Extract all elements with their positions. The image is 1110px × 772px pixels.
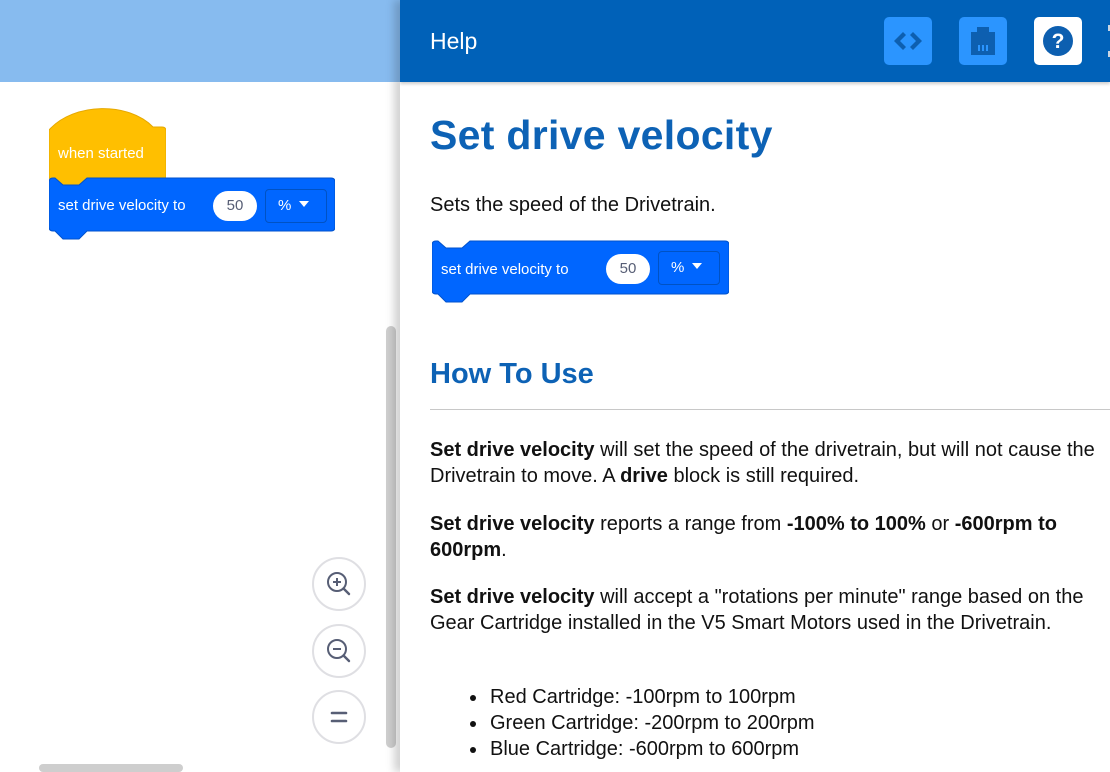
- text: .: [501, 539, 507, 561]
- device-port-button[interactable]: [959, 17, 1007, 65]
- help-button[interactable]: ?: [1034, 17, 1082, 65]
- example-unit-dropdown: %: [658, 251, 720, 285]
- text: or: [925, 513, 955, 535]
- zoom-out-button[interactable]: [312, 624, 366, 678]
- blocks-workspace[interactable]: when started set drive velocity to 50 %: [0, 0, 400, 772]
- block-label: set drive velocity to: [58, 197, 186, 214]
- text: block is still required.: [667, 465, 860, 487]
- unit-dropdown-value: %: [278, 197, 292, 214]
- example-value: 50: [606, 254, 650, 284]
- help-title: Help: [430, 28, 478, 54]
- bold-text: drive: [620, 465, 668, 487]
- when-started-block[interactable]: when started: [49, 108, 166, 188]
- paragraph-rpm: Set drive velocity will accept a "rotati…: [430, 584, 1110, 636]
- paragraph-range: Set drive velocity reports a range from …: [430, 511, 1110, 563]
- list-item: Green Cartridge: -200rpm to 200rpm: [470, 712, 815, 734]
- section-heading: How To Use: [430, 358, 594, 390]
- cartridge-list: Red Cartridge: -100rpm to 100rpm Green C…: [470, 684, 815, 762]
- set-drive-velocity-block[interactable]: set drive velocity to 50 %: [49, 177, 335, 240]
- caret-down-icon: [692, 263, 703, 270]
- workspace-horizontal-scrollbar[interactable]: [39, 764, 183, 772]
- help-panel: Help ? Set drive velocity Sets the speed…: [400, 0, 1110, 772]
- zoom-out-icon: [327, 639, 351, 663]
- list-item: Red Cartridge: -100rpm to 100rpm: [470, 684, 815, 710]
- bold-text: Set drive velocity: [430, 513, 595, 535]
- example-unit-value: %: [671, 259, 685, 276]
- block-label: set drive velocity to: [441, 261, 569, 278]
- help-header: Help ?: [400, 0, 1110, 82]
- caret-down-icon: [299, 201, 310, 208]
- reset-zoom-icon: [330, 711, 348, 723]
- block-label: when started: [58, 145, 144, 162]
- question-icon: ?: [1043, 26, 1073, 56]
- example-block: set drive velocity to 50 %: [432, 240, 729, 303]
- code-view-button[interactable]: [884, 17, 932, 65]
- list-item: Blue Cartridge: -600rpm to 600rpm: [470, 736, 815, 762]
- code-brackets-icon: [894, 32, 922, 50]
- bold-text: -100% to 100%: [786, 513, 926, 535]
- velocity-value-input[interactable]: 50: [213, 191, 257, 221]
- zoom-in-button[interactable]: [312, 557, 366, 611]
- text: reports a range from: [594, 513, 787, 535]
- bold-text: Set drive velocity: [430, 439, 595, 461]
- workspace-vertical-scrollbar[interactable]: [386, 326, 396, 748]
- unit-dropdown[interactable]: %: [265, 189, 327, 223]
- workspace-toolbar: [0, 0, 400, 82]
- paragraph-requirement: Set drive velocity will set the speed of…: [430, 437, 1110, 489]
- help-page-title: Set drive velocity: [430, 112, 773, 158]
- bold-text: Set drive velocity: [430, 586, 595, 608]
- zoom-in-icon: [327, 572, 351, 596]
- section-divider: [430, 409, 1110, 410]
- svg-text:?: ?: [1052, 30, 1065, 53]
- help-intro: Sets the speed of the Drivetrain.: [430, 194, 716, 216]
- port-icon: [971, 27, 995, 55]
- reset-zoom-button[interactable]: [312, 690, 366, 744]
